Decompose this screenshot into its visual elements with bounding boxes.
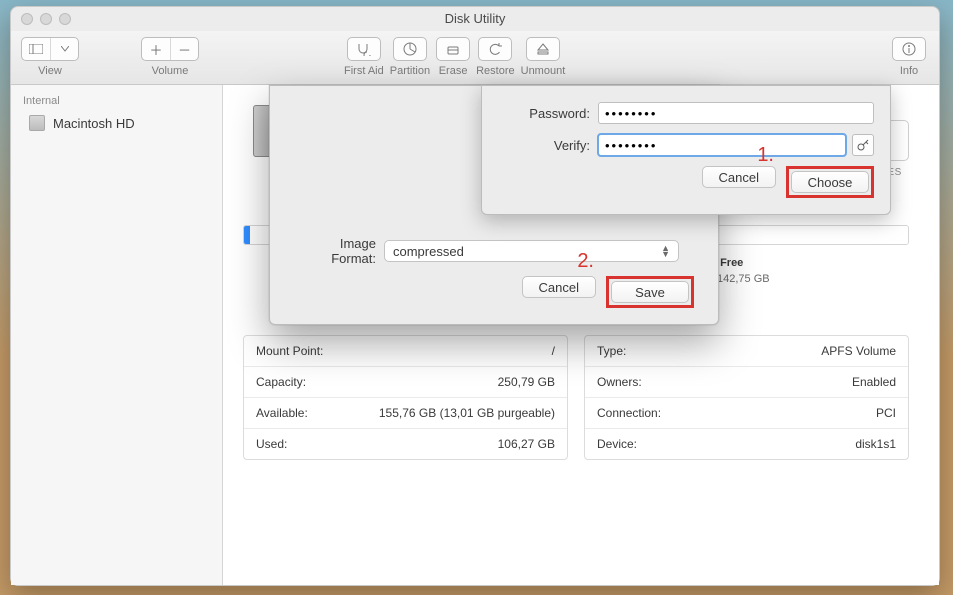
choose-button[interactable]: Choose bbox=[791, 171, 869, 193]
table-row: Mount Point:/ bbox=[244, 336, 567, 367]
plus-icon[interactable]: ＋ bbox=[142, 38, 170, 60]
chevron-down-icon[interactable] bbox=[50, 38, 78, 60]
table-row: Device:disk1s1 bbox=[585, 429, 908, 459]
window-title: Disk Utility bbox=[11, 11, 939, 26]
password-dialog: Password: Verify: 1. Cancel Choose bbox=[481, 85, 891, 215]
image-format-label: Image Format: bbox=[294, 236, 384, 266]
password-input[interactable] bbox=[598, 102, 874, 124]
table-row: Connection:PCI bbox=[585, 398, 908, 429]
partition-label: Partition bbox=[390, 65, 430, 77]
content-area: Internal Macintosh HD 250,79 GB SHARED B… bbox=[11, 85, 939, 585]
titlebar: Disk Utility bbox=[11, 7, 939, 31]
annotation-2: 2. bbox=[577, 250, 594, 273]
stats-col-left: Mount Point:/ Capacity:250,79 GB Availab… bbox=[243, 335, 568, 460]
password-label: Password: bbox=[498, 106, 598, 121]
unmount-button[interactable] bbox=[526, 37, 560, 61]
pie-icon bbox=[403, 42, 417, 56]
annotation-1: 1. bbox=[757, 144, 774, 167]
table-row: Owners:Enabled bbox=[585, 367, 908, 398]
unmount-label: Unmount bbox=[521, 65, 566, 77]
toolbar: View ＋ － Volume First Aid Partition Eras… bbox=[11, 31, 939, 85]
highlight-box-1: Choose bbox=[786, 166, 874, 198]
view-label: View bbox=[38, 65, 62, 77]
table-row: Available:155,76 GB (13,01 GB purgeable) bbox=[244, 398, 567, 429]
firstaid-button[interactable] bbox=[347, 37, 381, 61]
restore-icon bbox=[488, 42, 502, 56]
cancel-button[interactable]: Cancel bbox=[702, 166, 776, 188]
minus-icon[interactable]: － bbox=[170, 38, 198, 60]
erase-label: Erase bbox=[439, 65, 468, 77]
eject-icon bbox=[536, 42, 550, 56]
app-window: Disk Utility View ＋ － Volume First Aid P… bbox=[10, 6, 940, 586]
volume-group: ＋ － Volume bbox=[141, 37, 199, 77]
stats-tables: Mount Point:/ Capacity:250,79 GB Availab… bbox=[243, 335, 909, 460]
info-icon bbox=[902, 42, 916, 56]
volume-segmented[interactable]: ＋ － bbox=[141, 37, 199, 61]
sidebar-header-internal: Internal bbox=[11, 91, 222, 111]
view-segmented[interactable] bbox=[21, 37, 79, 61]
save-button[interactable]: Save bbox=[611, 281, 689, 303]
table-row: Capacity:250,79 GB bbox=[244, 367, 567, 398]
eraser-icon bbox=[446, 42, 460, 56]
volume-label: Volume bbox=[152, 65, 189, 77]
restore-label: Restore bbox=[476, 65, 515, 77]
updown-icon: ▲▼ bbox=[661, 245, 670, 257]
key-icon bbox=[857, 139, 869, 151]
legend-free-label: Free bbox=[720, 257, 743, 269]
stats-col-right: Type:APFS Volume Owners:Enabled Connecti… bbox=[584, 335, 909, 460]
table-row: Used:106,27 GB bbox=[244, 429, 567, 459]
legend-free-value: 142,75 GB bbox=[717, 273, 770, 285]
partition-button[interactable] bbox=[393, 37, 427, 61]
highlight-box-2: Save bbox=[606, 276, 694, 308]
table-row: Type:APFS Volume bbox=[585, 336, 908, 367]
key-button[interactable] bbox=[852, 134, 874, 156]
cancel-save-button[interactable]: Cancel bbox=[522, 276, 596, 298]
restore-button[interactable] bbox=[478, 37, 512, 61]
sidebar-item-label: Macintosh HD bbox=[53, 116, 135, 131]
sidebar-item-macintosh-hd[interactable]: Macintosh HD bbox=[11, 111, 222, 135]
info-label: Info bbox=[900, 65, 918, 77]
image-format-value: compressed bbox=[393, 244, 464, 259]
verify-input[interactable] bbox=[598, 134, 846, 156]
image-format-select[interactable]: compressed ▲▼ bbox=[384, 240, 679, 262]
firstaid-label: First Aid bbox=[344, 65, 384, 77]
view-group: View bbox=[21, 37, 79, 77]
sidebar: Internal Macintosh HD bbox=[11, 85, 223, 585]
info-button[interactable] bbox=[892, 37, 926, 61]
disk-icon bbox=[29, 115, 45, 131]
verify-label: Verify: bbox=[498, 138, 598, 153]
main-pane: 250,79 GB SHARED BY 4 VOLUMES Free 142,7… bbox=[223, 85, 939, 585]
sidebar-toggle-icon[interactable] bbox=[22, 38, 50, 60]
erase-button[interactable] bbox=[436, 37, 470, 61]
stethoscope-icon bbox=[356, 42, 372, 56]
